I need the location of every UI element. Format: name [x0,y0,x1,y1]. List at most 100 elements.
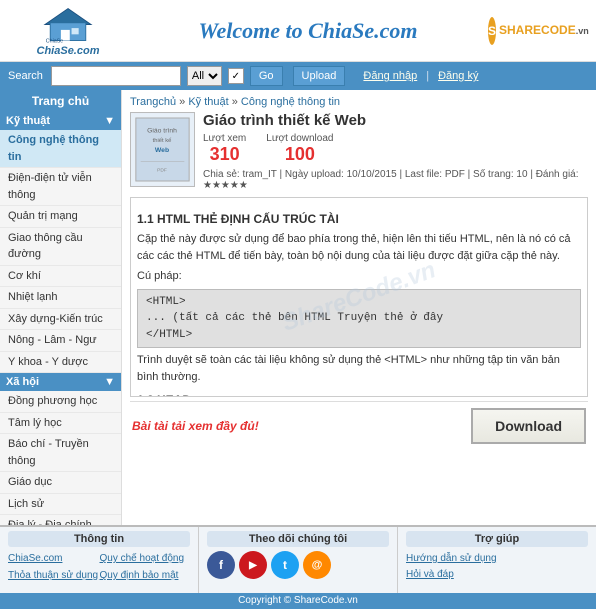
sidebar-item-dph[interactable]: Đồng phương học [0,391,121,413]
stat-view-value: 310 [203,144,246,165]
sidebar-home[interactable]: Trang chủ [0,90,121,112]
footer-social-title: Theo dõi chúng tôi [207,531,389,547]
footer-info-links: ChiaSe.com Quy chế hoạt động Thỏa thuận … [8,551,190,584]
upload-button[interactable]: Upload [293,66,346,86]
breadcrumb-sep2: » [232,96,238,108]
sidebar-item-tlh[interactable]: Tâm lý học [0,413,121,435]
sharecode-brand-text: SHARECODE [499,23,576,37]
content-body: ShareCode.vn 1.1 HTML THẺ ĐỊNH CẤU TRÚC … [130,197,588,397]
meta-date: Ngày upload: 10/10/2015 [285,169,397,180]
sidebar-section-kyThuat-label: Kỹ thuật [6,115,50,127]
sharecode-domain: .vn [576,26,589,36]
footer-info: Thông tin ChiaSe.com Quy chế hoạt động T… [0,527,199,593]
footer-qche[interactable]: Quy chế hoạt động [100,551,191,567]
stat-download-label: Lượt download [266,133,333,144]
footer-social: Theo dõi chúng tôi f ▶ t @ [199,527,398,593]
sidebar-item-nl[interactable]: Nhiệt lạnh [0,287,121,309]
sidebar-item-gtcd[interactable]: Giao thông cầu đường [0,228,121,266]
article-header: Giáo trình thiết kế Web PDF Giáo trình t… [130,112,588,191]
sharecode-icon: S [488,17,496,45]
meta-author: Chia sẻ: tram_IT [203,169,277,180]
welcome-text: Welcome to ChiaSe.com [199,18,418,43]
footer-chiase[interactable]: ChiaSe.com [8,551,99,567]
article-meta: Chia sẻ: tram_IT | Ngày upload: 10/10/20… [203,169,588,191]
sidebar-item-yd[interactable]: Y khoa - Y dược [0,352,121,374]
sidebar-item-dldc[interactable]: Địa lý - Địa chính [0,515,121,525]
section-1-title: 1.1 HTML THẺ ĐỊNH CẤU TRÚC TÀI [137,210,581,228]
sidebar-item-ls[interactable]: Lịch sử [0,494,121,516]
sharecode-name: SHARECODE.vn [499,23,589,37]
section-1-para2: Trình duyệt sẽ toàn các tài liệu không s… [137,352,581,385]
go-button[interactable]: Go [250,66,283,86]
footer-help-guide[interactable]: Hướng dẫn sử dụng [406,551,588,567]
thumbnail-image: Giáo trình thiết kế Web PDF [131,112,194,187]
logo-area: ChiaSe ChiaSe.com [8,5,128,57]
sidebar-item-dtvt[interactable]: Điện-điện tử viễn thông [0,168,121,206]
article-stats: Lượt xem 310 Lượt download 100 [203,133,588,165]
welcome-area: Welcome to ChiaSe.com [128,18,488,44]
sidebar-section-xaHoi-label: Xã hội [6,376,39,388]
main: Trang chủ Kỹ thuật ▼ Công nghệ thông tin… [0,90,596,525]
sidebar-item-qtm[interactable]: Quản trị mạng [0,206,121,228]
section-2-title: 1.2 HEAD [137,391,581,397]
svg-text:thiết kế: thiết kế [153,138,172,144]
footer-thoathuan[interactable]: Thỏa thuận sử dụng [8,568,99,584]
register-link[interactable]: Đăng ký [438,70,478,82]
footer-qdinh[interactable]: Quy định bảo mật [100,568,191,584]
download-area: Bài tài tải xem đầy đủ! Download [130,401,588,448]
breadcrumb: Trangchủ » Kỹ thuật » Công nghệ thông ti… [130,96,588,108]
footer-social-icons: f ▶ t @ [207,551,389,579]
search-select[interactable]: All [187,66,222,86]
copyright-text: Copyright © ShareCode.vn [238,595,358,606]
download-text: Bài tài tải xem đầy đủ! [132,419,259,433]
footer-help-faq[interactable]: Hỏi và đáp [406,567,588,583]
svg-text:Web: Web [155,147,169,154]
sidebar-section-xaHoi[interactable]: Xã hội ▼ [0,373,121,391]
svg-text:PDF: PDF [157,167,167,173]
search-input[interactable] [51,66,181,86]
logo-text: ChiaSe.com [37,45,100,57]
social-email[interactable]: @ [303,551,331,579]
code-line-2: ... (tất cả các thẻ bên HTML Truyện thẻ … [146,310,572,327]
chevron-down-icon2: ▼ [104,376,115,388]
footer-help-title: Trợ giúp [406,531,588,547]
sharecode-logo: S SHARECODE.vn [488,17,588,45]
sidebar-section-kyThuat[interactable]: Kỹ thuật ▼ [0,112,121,130]
footer: Thông tin ChiaSe.com Quy chế hoạt động T… [0,525,596,593]
meta-pages: Số trang: 10 [473,169,527,180]
article-thumbnail: Giáo trình thiết kế Web PDF [130,112,195,187]
search-checkbox[interactable]: ✓ [228,68,244,84]
nav-sep2: | [426,70,429,82]
footer-info-title: Thông tin [8,531,190,547]
sidebar-item-xd[interactable]: Xây dựng-Kiến trúc [0,309,121,331]
article-title: Giáo trình thiết kế Web [203,112,588,129]
breadcrumb-sep1: » [179,96,185,108]
code-block-1: <HTML> ... (tất cả các thẻ bên HTML Truy… [137,289,581,349]
search-label: Search [8,70,43,82]
header: ChiaSe ChiaSe.com Welcome to ChiaSe.com … [0,0,596,62]
sidebar-item-cntt[interactable]: Công nghệ thông tin [0,130,121,168]
social-facebook[interactable]: f [207,551,235,579]
stat-views: Lượt xem 310 [203,133,246,165]
breadcrumb-section[interactable]: Kỹ thuật [188,96,228,108]
chevron-down-icon: ▼ [104,115,115,127]
social-twitter[interactable]: t [271,551,299,579]
content-area: Trangchủ » Kỹ thuật » Công nghệ thông ti… [122,90,596,525]
logo-icon: ChiaSe [38,5,98,45]
sidebar-item-bctm[interactable]: Báo chí - Truyền thông [0,434,121,472]
syntax-label-1: Cú pháp: [137,268,581,285]
stat-view-label: Lượt xem [203,133,246,144]
breadcrumb-subsection[interactable]: Công nghệ thông tin [241,96,340,108]
download-button[interactable]: Download [471,408,586,444]
sidebar-item-nln[interactable]: Nông - Lâm - Ngư [0,330,121,352]
section-1-para1: Cặp thẻ này được sử dụng để bao phía tro… [137,231,581,264]
breadcrumb-home[interactable]: Trangchủ [130,96,176,108]
social-youtube[interactable]: ▶ [239,551,267,579]
article-info: Giáo trình thiết kế Web Lượt xem 310 Lượ… [203,112,588,191]
sidebar-item-ck[interactable]: Cơ khí [0,266,121,288]
sidebar-item-gd[interactable]: Giáo dục [0,472,121,494]
code-line-1: <HTML> [146,294,572,311]
login-link[interactable]: Đăng nhập [363,70,417,82]
meta-filetype: Last file: PDF [405,169,465,180]
footer-help: Trợ giúp Hướng dẫn sử dụng Hỏi và đáp [398,527,596,593]
